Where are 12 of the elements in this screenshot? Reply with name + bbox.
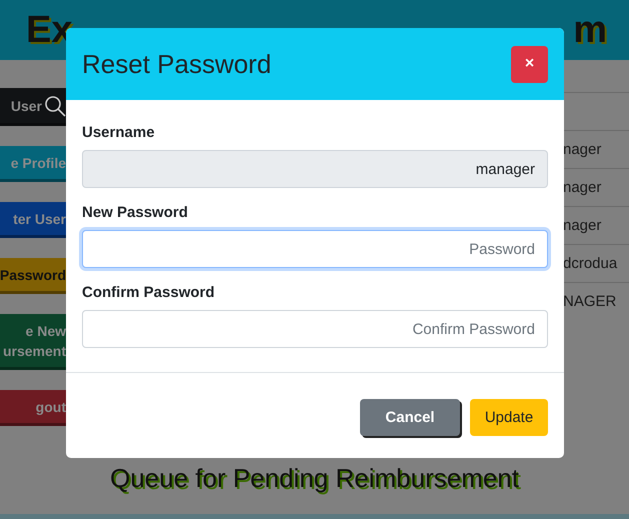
cancel-button[interactable]: Cancel (360, 399, 460, 436)
field-label: Username (82, 124, 156, 141)
input-field[interactable]: Password (82, 230, 548, 268)
update-button[interactable]: Update (470, 399, 548, 436)
dialog-title: Reset Password (82, 48, 272, 80)
section-heading: Queue for Pending Reimbursement (108, 463, 520, 494)
search-icon (44, 95, 66, 117)
input-field[interactable]: Confirm Password (82, 310, 548, 348)
field-label: Confirm Password (82, 284, 216, 301)
close-button[interactable]: × (511, 46, 548, 82)
page-title: m (573, 8, 607, 52)
field-label: New Password (82, 204, 189, 221)
